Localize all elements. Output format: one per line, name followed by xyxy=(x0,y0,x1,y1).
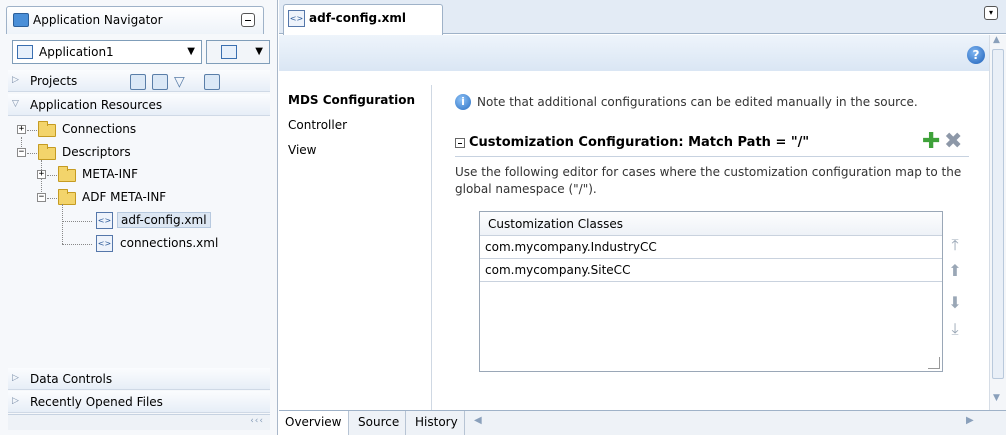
collapse-descriptors[interactable]: − xyxy=(17,148,26,157)
filter-icon[interactable] xyxy=(130,74,146,90)
application-menu-icon xyxy=(221,45,237,59)
category-controller[interactable]: Controller xyxy=(288,118,347,132)
chevron-down-icon: ▼ xyxy=(255,46,263,57)
column-header: Customization Classes xyxy=(488,217,623,231)
recently-opened-files-accordion[interactable]: ▷ Recently Opened Files xyxy=(8,391,270,413)
scrollbar-thumb[interactable] xyxy=(992,49,1004,379)
tree-item-adf-meta-inf[interactable]: ADF META-INF xyxy=(82,190,166,204)
resize-grip-icon[interactable] xyxy=(928,357,940,369)
scroll-arrows-icon: ‹‹‹ xyxy=(250,416,264,426)
refresh-icon[interactable] xyxy=(152,74,168,90)
application-icon xyxy=(17,45,33,59)
recently-opened-files-label: Recently Opened Files xyxy=(30,395,163,409)
editor-tab-adf-config[interactable]: <> adf-config.xml xyxy=(283,4,443,35)
folder-icon xyxy=(58,189,76,205)
source-note: Note that additional configurations can … xyxy=(477,95,918,109)
application-resources-label: Application Resources xyxy=(30,98,163,112)
expand-meta-inf[interactable]: + xyxy=(37,170,46,179)
section-description: Use the following editor for cases where… xyxy=(455,165,962,196)
expand-triangle-icon: ▷ xyxy=(12,373,19,383)
xml-file-icon: <> xyxy=(288,10,305,27)
editor-tab-strip: <> adf-config.xml ▾ xyxy=(279,0,1006,35)
collapse-section-icon[interactable] xyxy=(455,138,465,148)
category-list: MDS Configuration Controller View xyxy=(279,85,432,410)
collapse-triangle-icon: ▽ xyxy=(12,99,19,109)
tree-item-descriptors[interactable]: Descriptors xyxy=(62,145,131,159)
tree-item-meta-inf[interactable]: META-INF xyxy=(82,167,138,181)
navigator-horizontal-scroll[interactable]: ‹‹‹ xyxy=(8,414,270,430)
folder-icon xyxy=(58,166,76,182)
application-navigator-label: Application Navigator xyxy=(33,13,163,27)
tree-item-adf-config[interactable]: adf-config.xml xyxy=(117,212,211,228)
editor-help-bar: ? xyxy=(279,35,989,71)
table-row[interactable]: com.mycompany.SiteCC xyxy=(480,260,942,282)
application-select[interactable]: Application1 ▼ xyxy=(12,40,202,64)
delete-icon[interactable]: ✖ xyxy=(944,131,962,153)
folder-icon xyxy=(38,144,56,160)
tree-item-connections-xml[interactable]: connections.xml xyxy=(120,236,218,250)
tree-item-connections[interactable]: Connections xyxy=(62,122,136,136)
expand-triangle-icon: ▷ xyxy=(12,75,19,85)
funnel-icon[interactable]: ▽ xyxy=(174,74,190,90)
xml-file-icon: <> xyxy=(96,212,113,229)
expand-triangle-icon: ▷ xyxy=(12,396,19,406)
projects-accordion[interactable]: ▷ Projects ▽ xyxy=(8,70,270,92)
editor-bottom-tabs: Overview Source History ◀ ▶ xyxy=(279,410,1006,435)
projects-label: Projects xyxy=(30,74,78,88)
collapse-adf-meta-inf[interactable]: − xyxy=(37,193,46,202)
help-icon[interactable]: ? xyxy=(967,46,985,64)
application-menu-button[interactable]: ▼ xyxy=(206,40,270,64)
editor-vertical-scrollbar[interactable]: ▲ ▼ xyxy=(989,35,1006,410)
info-icon: i xyxy=(455,94,471,110)
move-bottom-icon[interactable]: ⤓ xyxy=(946,320,964,338)
working-sets-icon[interactable] xyxy=(204,74,220,90)
add-icon[interactable]: ✚ xyxy=(922,131,940,153)
data-controls-accordion[interactable]: ▷ Data Controls xyxy=(8,368,270,390)
document-list-icon[interactable]: ▾ xyxy=(984,6,998,20)
xml-file-icon: <> xyxy=(96,235,113,252)
chevron-down-icon: ▼ xyxy=(187,46,195,57)
scroll-left-icon[interactable]: ◀ xyxy=(474,415,482,426)
tab-overview[interactable]: Overview xyxy=(279,411,349,435)
application-navigator-tab[interactable]: Application Navigator xyxy=(6,6,264,34)
application-navigator-panel: Application Navigator Application1 ▼ ▼ ▷… xyxy=(0,0,278,435)
tab-source[interactable]: Source xyxy=(352,411,407,435)
category-mds-configuration[interactable]: MDS Configuration xyxy=(288,93,415,107)
application-resources-accordion[interactable]: ▽ Application Resources xyxy=(8,94,270,116)
folder-icon xyxy=(38,121,56,137)
section-divider xyxy=(455,156,969,157)
data-controls-label: Data Controls xyxy=(30,372,113,386)
table-row[interactable]: com.mycompany.IndustryCC xyxy=(480,237,942,259)
move-top-icon[interactable]: ⤒ xyxy=(946,236,964,254)
scroll-down-icon[interactable]: ▼ xyxy=(993,393,1000,403)
customization-classes-table: Customization Classes com.mycompany.Indu… xyxy=(479,211,943,372)
scroll-up-icon[interactable]: ▲ xyxy=(993,35,1000,45)
application-select-value: Application1 xyxy=(39,45,114,59)
move-down-icon[interactable]: ⬇ xyxy=(946,294,964,312)
table-header: Customization Classes xyxy=(480,212,942,236)
scroll-right-icon[interactable]: ▶ xyxy=(966,415,974,426)
expand-connections[interactable]: + xyxy=(17,125,26,134)
application-navigator-icon xyxy=(13,13,29,27)
section-title: Customization Configuration: Match Path … xyxy=(469,135,810,150)
minimize-icon[interactable] xyxy=(241,13,255,27)
table-cell: com.mycompany.IndustryCC xyxy=(485,240,657,254)
move-up-icon[interactable]: ⬆ xyxy=(946,262,964,280)
table-cell: com.mycompany.SiteCC xyxy=(485,263,631,277)
tab-history[interactable]: History xyxy=(409,411,465,435)
category-view[interactable]: View xyxy=(288,143,316,157)
editor-tab-label: adf-config.xml xyxy=(309,11,406,25)
